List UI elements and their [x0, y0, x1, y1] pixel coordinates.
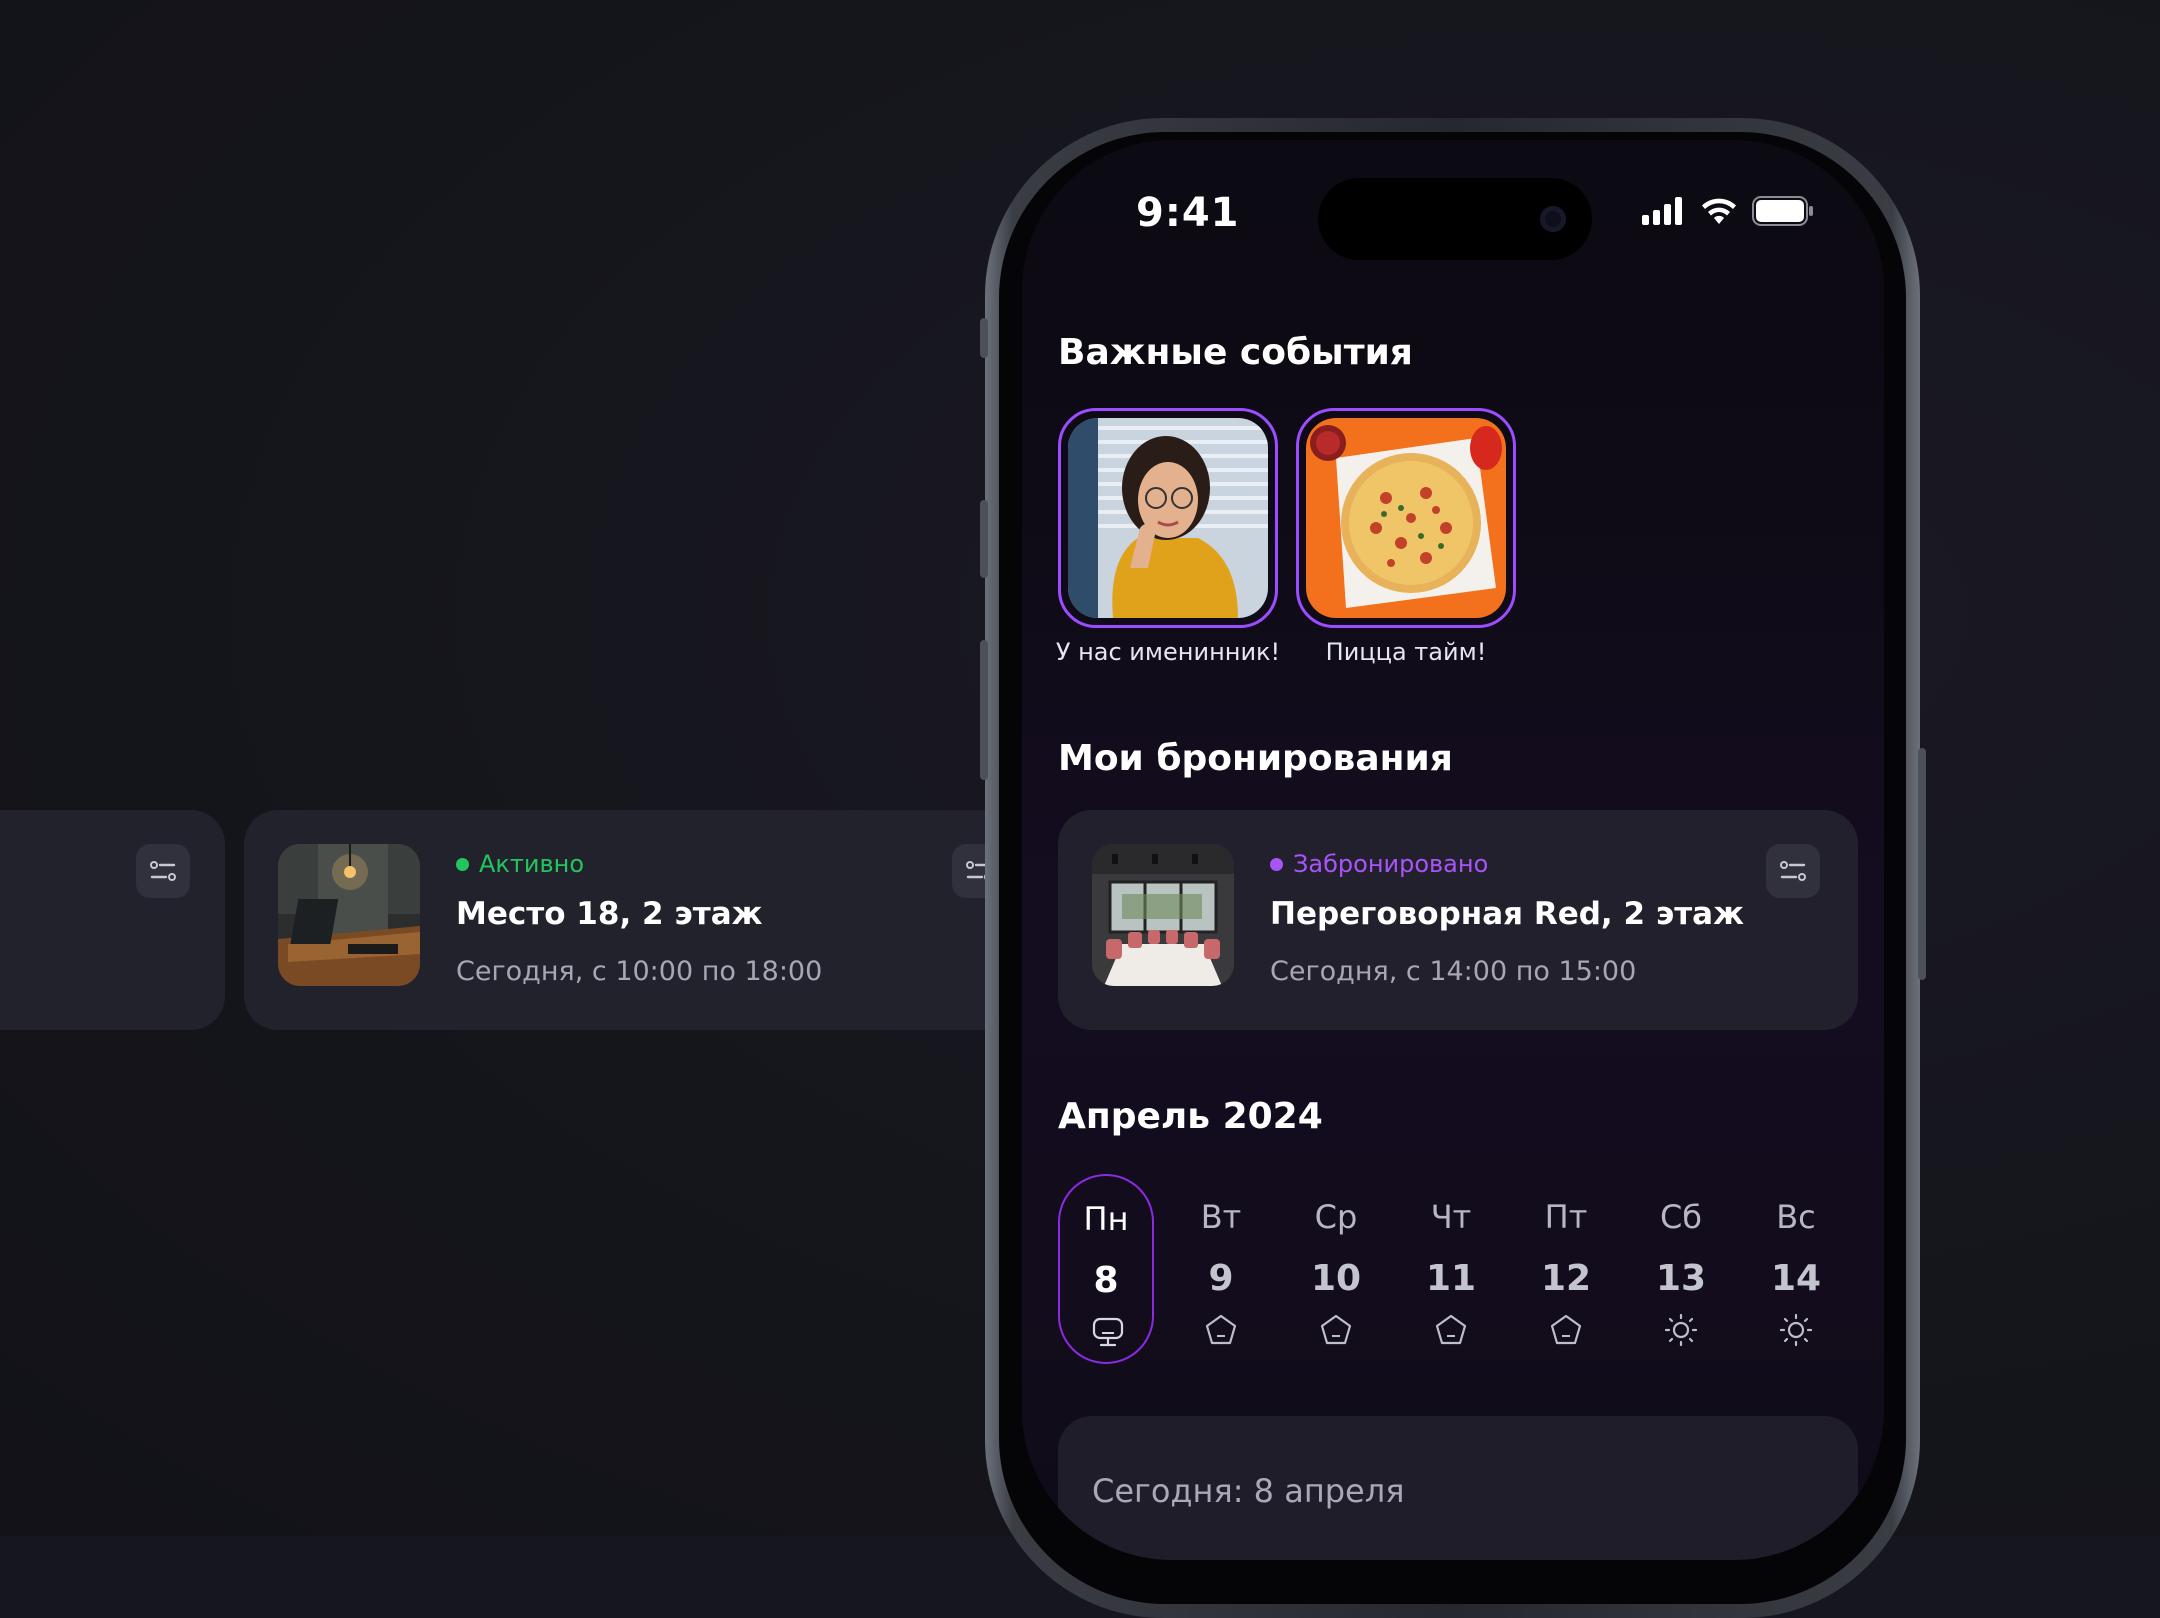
mute-switch	[980, 318, 988, 358]
day-thu[interactable]: Чт 11	[1403, 1174, 1499, 1364]
day-date: 11	[1425, 1258, 1477, 1299]
card-options-button[interactable]	[136, 844, 190, 898]
desk-photo	[278, 844, 420, 986]
day-tue[interactable]: Вт 9	[1173, 1174, 1269, 1364]
story-pizza-label: Пицца тайм!	[1325, 638, 1487, 666]
phone-screen: 9:41 Важные события У нас именинник! Пиц…	[1022, 140, 1884, 1560]
camera-icon	[1540, 206, 1566, 232]
status-dot	[456, 857, 469, 871]
events-title: Важные события	[1058, 332, 1413, 373]
day-name: Пн	[1083, 1200, 1129, 1238]
day-name: Ср	[1314, 1198, 1358, 1236]
power-button	[1918, 748, 1926, 980]
day-date: 10	[1310, 1258, 1362, 1299]
status-time: 9:41	[1136, 190, 1240, 236]
day-name: Вс	[1776, 1198, 1816, 1236]
day-mon[interactable]: Пн 8	[1058, 1174, 1154, 1364]
volume-up-button	[980, 500, 988, 578]
day-name: Вт	[1200, 1198, 1242, 1236]
day-date: 9	[1208, 1258, 1234, 1299]
monitor-icon	[1092, 1317, 1124, 1347]
status-badge: Активно	[456, 850, 584, 878]
day-name: Пт	[1544, 1198, 1588, 1236]
booking-card-meeting-room[interactable]: Забронировано Переговорная Red, 2 этаж С…	[1058, 810, 1858, 1030]
story-pizza[interactable]	[1296, 408, 1516, 628]
day-wed[interactable]: Ср 10	[1288, 1174, 1384, 1364]
status-icons	[1642, 196, 1814, 226]
pentagon-icon	[1550, 1314, 1582, 1345]
day-sat[interactable]: Сб 13	[1633, 1174, 1729, 1364]
day-fri[interactable]: Пт 12	[1518, 1174, 1614, 1364]
status-text: Забронировано	[1293, 850, 1489, 878]
sun-icon	[1664, 1313, 1698, 1347]
pentagon-icon	[1320, 1314, 1352, 1345]
pentagon-icon	[1205, 1314, 1237, 1345]
today-card[interactable]: Сегодня: 8 апреля	[1058, 1416, 1858, 1560]
girl-photo	[1068, 418, 1268, 618]
day-date: 13	[1655, 1258, 1707, 1299]
booking-time: Сегодня, с 14:00 по 15:00	[1270, 956, 1637, 987]
story-birthday-label: У нас именинник!	[1055, 638, 1281, 666]
card-options-button[interactable]	[1766, 844, 1820, 898]
signal-icon	[1642, 197, 1682, 225]
pizza-photo	[1306, 418, 1506, 618]
sun-icon	[1779, 1313, 1813, 1347]
booking-card-partial[interactable]	[0, 810, 225, 1030]
day-date: 14	[1770, 1258, 1822, 1299]
status-text: Активно	[479, 850, 585, 878]
meeting-room-photo	[1092, 844, 1234, 986]
day-name: Сб	[1659, 1198, 1703, 1236]
volume-down-button	[980, 640, 988, 780]
calendar-title: Апрель 2024	[1058, 1096, 1323, 1137]
status-badge: Забронировано	[1270, 850, 1488, 878]
day-date: 8	[1093, 1260, 1119, 1301]
sliders-icon	[1780, 861, 1806, 881]
battery-icon	[1752, 196, 1813, 226]
day-date: 12	[1540, 1258, 1592, 1299]
status-dot	[1270, 857, 1283, 871]
day-name: Чт	[1430, 1198, 1472, 1236]
week-strip: Пн 8 Вт 9 Ср 10 Чт 11 Пт 12 Сб 13 Вс 14	[1058, 1174, 1868, 1364]
dynamic-island	[1318, 178, 1592, 260]
day-sun[interactable]: Вс 14	[1748, 1174, 1844, 1364]
story-birthday[interactable]	[1058, 408, 1278, 628]
pentagon-icon	[1435, 1314, 1467, 1345]
sliders-icon	[150, 861, 176, 881]
today-label: Сегодня: 8 апреля	[1092, 1472, 1405, 1510]
booking-title: Место 18, 2 этаж	[456, 896, 763, 932]
booking-title: Переговорная Red, 2 этаж	[1270, 896, 1744, 932]
wifi-icon	[1702, 198, 1736, 224]
booking-card-desk[interactable]: Активно Место 18, 2 этаж Сегодня, с 10:0…	[244, 810, 1039, 1030]
booking-time: Сегодня, с 10:00 по 18:00	[456, 956, 823, 987]
bookings-title: Мои бронирования	[1058, 738, 1453, 779]
